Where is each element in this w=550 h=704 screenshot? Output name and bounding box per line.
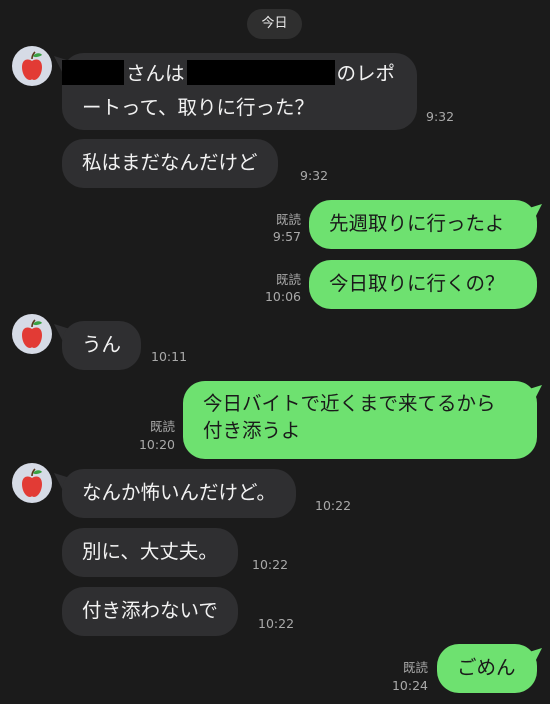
message-bubble-incoming[interactable]: 私はまだなんだけど [62, 139, 278, 188]
message-bubble-outgoing[interactable]: ごめん [437, 644, 537, 693]
date-separator: 今日 [247, 9, 302, 39]
contact-avatar[interactable] [12, 46, 52, 86]
message-text: 先週取りに行ったよ [329, 212, 505, 235]
message-text: ごめん [457, 656, 516, 679]
read-receipt: 既読 [402, 660, 428, 675]
message-text: 別に、大丈夫。 [82, 540, 218, 563]
message-text: 付き添わないで [82, 599, 218, 622]
message-bubble-incoming[interactable]: さんは のレポ ートって、取りに行った？ [62, 53, 417, 130]
message-time: 9:32 [300, 168, 329, 183]
read-receipt: 既読 [149, 419, 175, 434]
redacted-name [62, 60, 124, 85]
message-time: 9:32 [426, 109, 455, 124]
apple-icon [22, 468, 42, 497]
message-text: うん [82, 333, 122, 356]
message-text-line: ートって、取りに行った？ [82, 96, 315, 119]
apple-icon [22, 51, 42, 80]
message-time: 10:11 [151, 349, 188, 364]
contact-avatar[interactable] [12, 314, 52, 354]
message-text: 今日取りに行くの？ [329, 272, 505, 295]
message-text-line: 付き添うよ [203, 419, 301, 442]
apple-icon [22, 319, 42, 348]
message-bubble-incoming[interactable]: 付き添わないで [62, 587, 238, 636]
message-text: なんか怖いんだけど。 [82, 481, 277, 504]
message-bubble-incoming[interactable]: 別に、大丈夫。 [62, 528, 238, 577]
message-bubble-incoming[interactable]: なんか怖いんだけど。 [62, 469, 297, 518]
message-bubble-outgoing[interactable]: 先週取りに行ったよ [309, 200, 537, 249]
message-bubble-outgoing[interactable]: 今日バイトで近くまで来てるから 付き添うよ [183, 381, 537, 459]
message-text-line: 今日バイトで近くまで来てるから [203, 392, 496, 415]
message-time: 10:24 [391, 678, 428, 693]
message-time: 9:57 [272, 229, 301, 244]
message-time: 10:06 [264, 289, 301, 304]
message-bubble-outgoing[interactable]: 今日取りに行くの？ [309, 260, 537, 309]
message-time: 10:22 [252, 557, 289, 572]
contact-avatar[interactable] [12, 463, 52, 503]
read-receipt: 既読 [275, 212, 301, 227]
redacted-name [186, 60, 335, 85]
read-receipt: 既読 [275, 272, 301, 287]
message-time: 10:22 [258, 616, 295, 631]
message-bubble-incoming[interactable]: うん [62, 321, 142, 370]
message-text: 私はまだなんだけど [82, 151, 258, 174]
message-text-line: さんは のレポ [62, 60, 397, 87]
message-time: 10:22 [315, 498, 352, 513]
message-time: 10:20 [138, 437, 175, 452]
